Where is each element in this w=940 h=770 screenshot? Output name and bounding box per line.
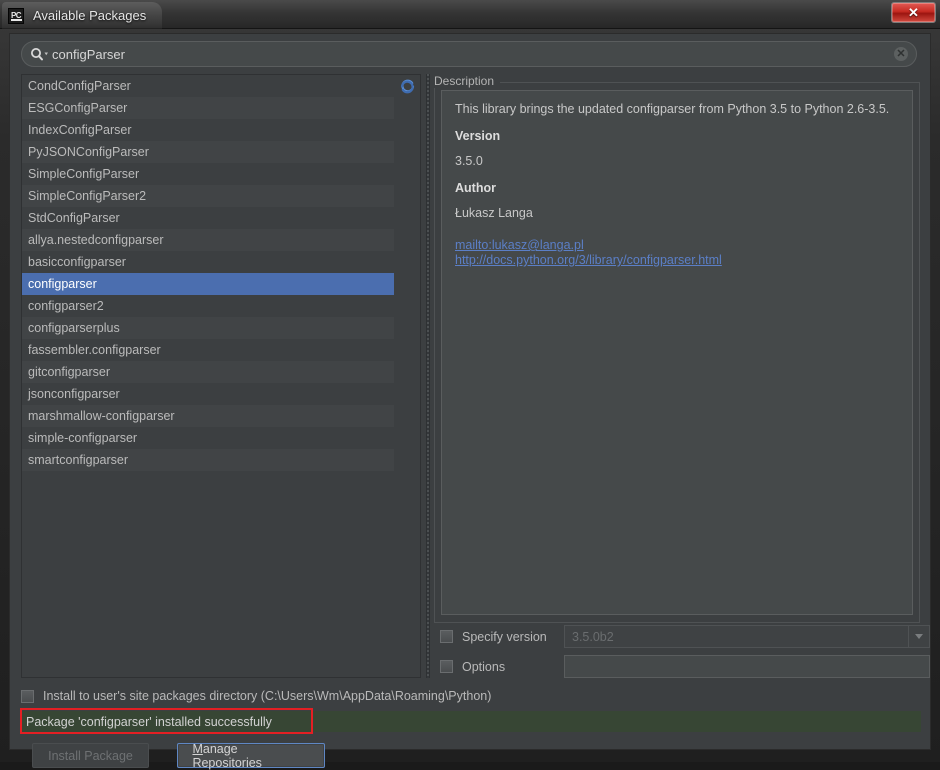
button-row: Install Package Manage Repositories <box>32 741 326 770</box>
package-list-item[interactable]: PyJSONConfigParser <box>22 141 394 163</box>
manage-label-rest: anage Repositories <box>192 741 262 770</box>
docs-link[interactable]: http://docs.python.org/3/library/configp… <box>455 253 899 268</box>
specify-version-label: Specify version <box>462 629 547 644</box>
description-content: This library brings the updated configpa… <box>441 90 913 615</box>
package-list-item[interactable]: marshmallow-configparser <box>22 405 394 427</box>
description-summary: This library brings the updated configpa… <box>455 102 890 116</box>
manage-repositories-button[interactable]: Manage Repositories <box>177 741 326 770</box>
close-icon: ✕ <box>908 5 919 20</box>
search-input[interactable]: configParser <box>21 41 917 67</box>
package-list-item[interactable]: simple-configparser <box>22 427 394 449</box>
chevron-down-icon <box>908 626 929 647</box>
install-user-dir-row: Install to user's site packages director… <box>21 686 491 706</box>
package-list-item[interactable]: SimpleConfigParser2 <box>22 185 394 207</box>
install-user-dir-checkbox[interactable] <box>21 689 34 703</box>
splitter-grip <box>426 74 430 678</box>
author-heading: Author <box>455 181 496 195</box>
description-panel: Description This library brings the upda… <box>434 74 920 623</box>
package-list-item[interactable]: configparserplus <box>22 317 394 339</box>
refresh-icon[interactable] <box>399 78 416 95</box>
package-list-item[interactable]: configparser <box>22 273 394 295</box>
package-list-item[interactable]: ESGConfigParser <box>22 97 394 119</box>
version-heading: Version <box>455 129 501 143</box>
author-value: Łukasz Langa <box>455 206 533 220</box>
clear-search-icon[interactable]: ✕ <box>894 47 908 61</box>
close-button[interactable]: ✕ <box>891 2 936 23</box>
package-list-item[interactable]: SimpleConfigParser <box>22 163 394 185</box>
package-list-item[interactable]: smartconfigparser <box>22 449 394 471</box>
dialog-body: configParser ✕ CondConfigParser ESGConfig… <box>9 33 932 770</box>
title-tab: PC Available Packages <box>2 2 163 29</box>
package-list-item[interactable]: basicconfigparser <box>22 251 394 273</box>
description-links: mailto:lukasz@langa.pl http://docs.pytho… <box>455 238 899 268</box>
specify-version-checkbox[interactable] <box>440 630 453 643</box>
package-list-item[interactable]: StdConfigParser <box>22 207 394 229</box>
title-bar: PC Available Packages ✕ <box>0 0 940 29</box>
package-list: CondConfigParser ESGConfigParser IndexConf… <box>22 75 394 471</box>
specify-version-row: Specify version 3.5.0b2 <box>440 625 932 648</box>
window-title: Available Packages <box>33 8 147 23</box>
version-select-value: 3.5.0b2 <box>572 629 614 644</box>
version-select[interactable]: 3.5.0b2 <box>564 625 930 648</box>
pycharm-pc-icon: PC <box>8 7 24 24</box>
options-input[interactable] <box>564 655 930 678</box>
version-value: 3.5.0 <box>455 154 483 168</box>
package-list-item[interactable]: IndexConfigParser <box>22 119 394 141</box>
options-label: Options <box>462 659 506 674</box>
install-package-button[interactable]: Install Package <box>32 743 149 768</box>
package-list-panel[interactable]: CondConfigParser ESGConfigParser IndexConf… <box>21 74 421 678</box>
description-legend: Description <box>434 74 501 88</box>
mailto-link[interactable]: mailto:lukasz@langa.pl <box>455 238 899 253</box>
install-user-dir-label: Install to user's site packages director… <box>43 689 492 703</box>
search-value: configParser <box>52 46 125 62</box>
search-row: configParser ✕ <box>21 41 917 67</box>
package-list-item[interactable]: jsonconfigparser <box>22 383 394 405</box>
package-list-item[interactable]: gitconfigparser <box>22 361 394 383</box>
available-packages-window: PC Available Packages ✕ configParser ✕ C… <box>0 0 940 770</box>
package-list-item[interactable]: fassembler.configparser <box>22 339 394 361</box>
package-list-item[interactable]: allya.nestedconfigparser <box>22 229 394 251</box>
options-checkbox[interactable] <box>440 660 453 673</box>
status-message: Package 'configparser' installed success… <box>26 714 272 729</box>
search-icon <box>30 47 50 61</box>
panel-splitter[interactable] <box>423 74 433 678</box>
package-list-item[interactable]: CondConfigParser <box>22 75 394 97</box>
options-row: Options <box>440 655 932 678</box>
package-list-item[interactable]: configparser2 <box>22 295 394 317</box>
status-bar: Package 'configparser' installed success… <box>21 711 921 732</box>
manage-mnemonic: M <box>192 741 203 756</box>
